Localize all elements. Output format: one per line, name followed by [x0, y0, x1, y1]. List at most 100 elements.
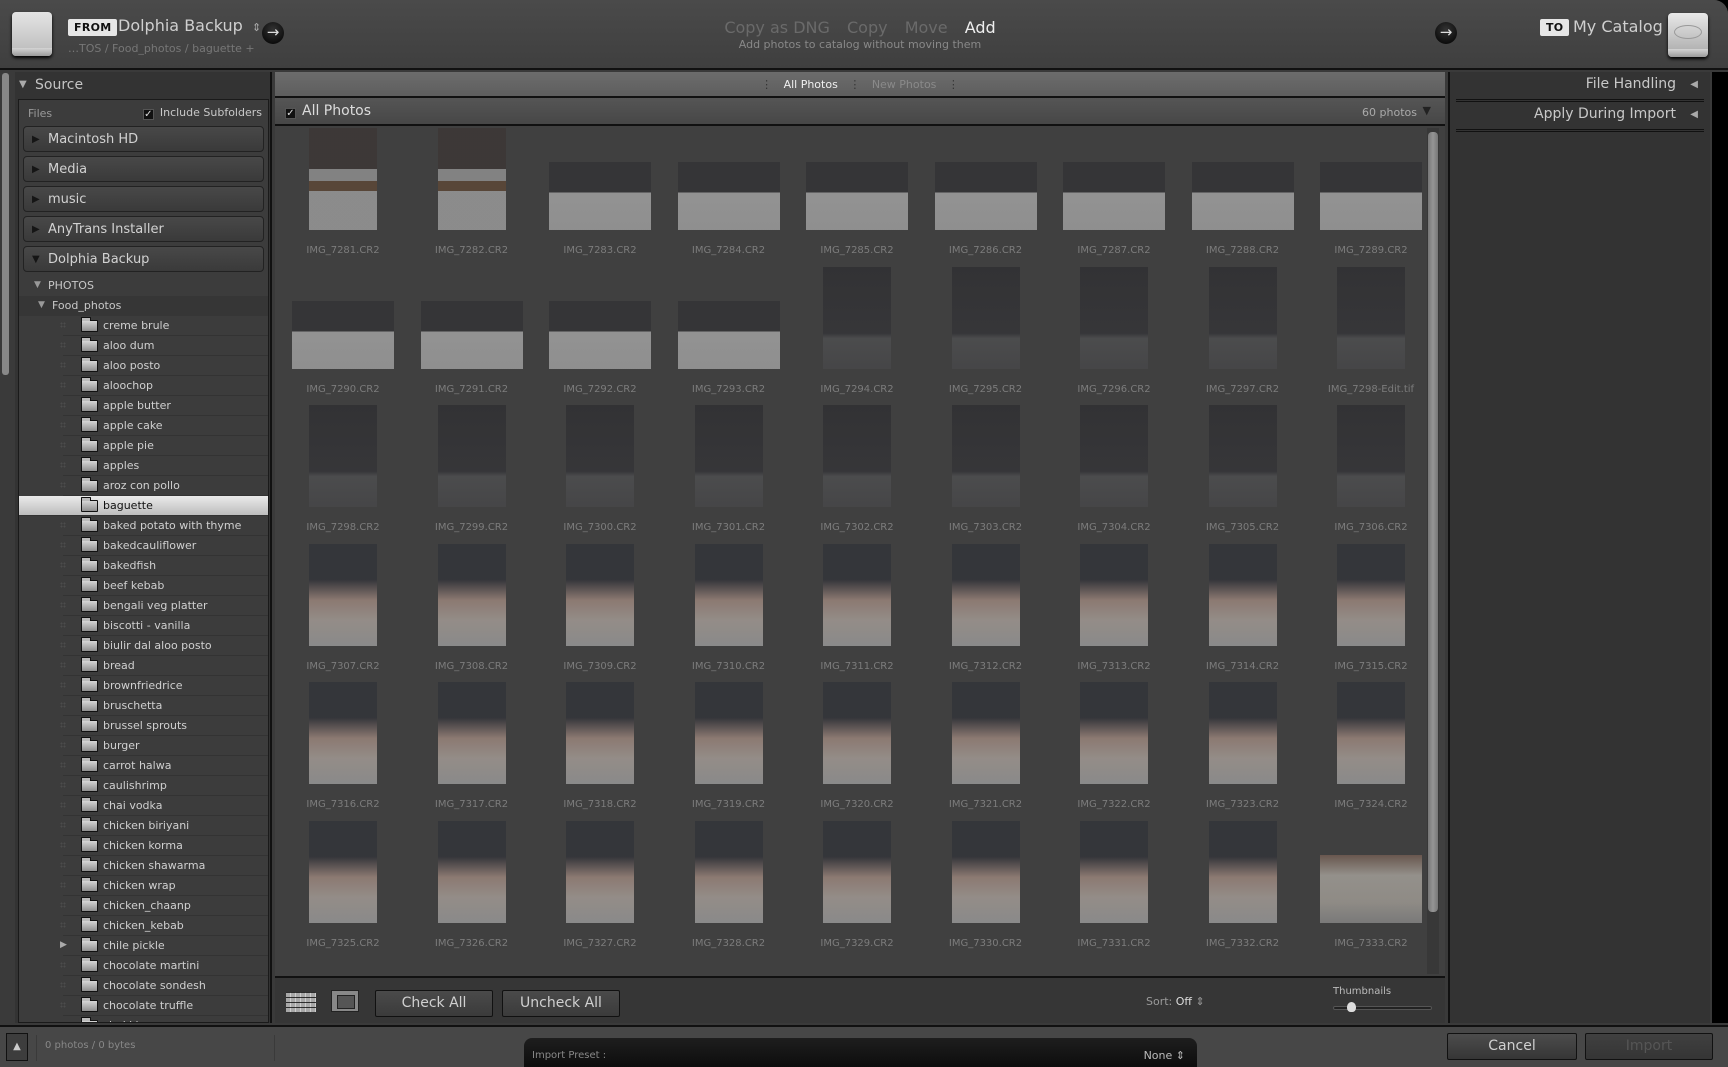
- photo-cell[interactable]: IMG_7330.CR2: [922, 820, 1050, 963]
- photo-thumbnail[interactable]: [1208, 682, 1277, 784]
- photo-thumbnail[interactable]: [292, 300, 394, 369]
- photo-cell[interactable]: IMG_7325.CR2: [279, 820, 407, 963]
- photo-thumbnail[interactable]: [1063, 162, 1165, 230]
- photo-thumbnail[interactable]: [823, 543, 891, 646]
- photo-cell[interactable]: IMG_7327.CR2: [536, 820, 664, 963]
- source-selector[interactable]: Dolphia Backup ⇕: [118, 16, 261, 35]
- photo-cell[interactable]: IMG_7315.CR2: [1307, 543, 1425, 686]
- folder-item[interactable]: chicken shawarma: [60, 856, 268, 876]
- include-subfolders-toggle[interactable]: ✓ Include Subfolders: [142, 106, 262, 120]
- photo-cell[interactable]: IMG_7292.CR2: [536, 271, 664, 409]
- folder-item[interactable]: aloo posto: [60, 356, 268, 376]
- photo-cell[interactable]: IMG_7289.CR2: [1307, 132, 1425, 270]
- photo-cell[interactable]: IMG_7319.CR2: [665, 682, 793, 824]
- triangle-right-icon[interactable]: ▶: [60, 940, 67, 950]
- folder-item[interactable]: baguette: [19, 496, 268, 516]
- photo-thumbnail[interactable]: [951, 266, 1020, 369]
- grid-scrollbar-thumb[interactable]: [1428, 132, 1438, 912]
- photo-cell[interactable]: IMG_7322.CR2: [1050, 682, 1178, 824]
- loupe-view-icon[interactable]: [331, 990, 359, 1012]
- photo-cell[interactable]: IMG_7332.CR2: [1179, 820, 1307, 963]
- folder-item[interactable]: beef kebab: [60, 576, 268, 596]
- photo-thumbnail[interactable]: [806, 162, 908, 230]
- photo-thumbnail[interactable]: [1337, 266, 1405, 369]
- photo-thumbnail[interactable]: [309, 405, 377, 507]
- folder-item[interactable]: chicken biriyani: [60, 816, 268, 836]
- folder-item[interactable]: apple pie: [60, 436, 268, 456]
- photo-cell[interactable]: IMG_7314.CR2: [1179, 543, 1307, 686]
- folder-item[interactable]: chocolate truffle: [60, 996, 268, 1016]
- photo-thumbnail[interactable]: [1208, 543, 1277, 646]
- folder-item[interactable]: aloochop: [60, 376, 268, 396]
- photo-cell[interactable]: IMG_7290.CR2: [279, 271, 407, 409]
- photo-thumbnail[interactable]: [437, 405, 506, 507]
- sort-selector[interactable]: Sort: Off ⇕: [1146, 995, 1205, 1008]
- photo-cell[interactable]: IMG_7300.CR2: [536, 405, 664, 547]
- volume-item[interactable]: ▶ Macintosh HD: [23, 126, 264, 152]
- folder-item[interactable]: chicken_kebab: [60, 916, 268, 936]
- photo-thumbnail[interactable]: [677, 162, 780, 230]
- photo-cell[interactable]: IMG_7333.CR2: [1307, 825, 1425, 963]
- photo-thumbnail[interactable]: [566, 543, 634, 646]
- uncheck-all-button[interactable]: Uncheck All: [502, 990, 620, 1017]
- photo-cell[interactable]: IMG_7297.CR2: [1179, 266, 1307, 409]
- photo-cell[interactable]: IMG_7328.CR2: [665, 820, 793, 963]
- folder-item[interactable]: ▶ chile pickle: [60, 936, 268, 956]
- photo-cell[interactable]: IMG_7329.CR2: [793, 820, 921, 963]
- photo-cell[interactable]: IMG_7323.CR2: [1179, 682, 1307, 824]
- photo-cell[interactable]: IMG_7313.CR2: [1050, 543, 1178, 686]
- mode-copy-as-dng[interactable]: Copy as DNG: [724, 18, 830, 37]
- folder-item[interactable]: chai vodka: [60, 796, 268, 816]
- photo-cell[interactable]: IMG_7308.CR2: [408, 543, 536, 686]
- filter-all-photos[interactable]: All Photos: [784, 78, 838, 91]
- folder-item[interactable]: chocolate martini: [60, 956, 268, 976]
- photo-thumbnail[interactable]: [1208, 266, 1277, 369]
- photo-thumbnail[interactable]: [309, 682, 377, 784]
- photo-cell[interactable]: IMG_7296.CR2: [1050, 266, 1178, 409]
- folder-item[interactable]: burger: [60, 736, 268, 756]
- photo-thumbnail[interactable]: [1320, 854, 1422, 923]
- photo-cell[interactable]: IMG_7312.CR2: [922, 543, 1050, 686]
- photo-thumbnail[interactable]: [951, 543, 1020, 646]
- photo-thumbnail[interactable]: [951, 682, 1020, 784]
- expand-up-button[interactable]: ▲: [6, 1033, 28, 1061]
- folder-item[interactable]: chakkha: [63, 1016, 268, 1022]
- photo-thumbnail[interactable]: [823, 682, 891, 784]
- folder-item[interactable]: aloo dum: [60, 336, 268, 356]
- import-preset-select[interactable]: None ⇕: [1144, 1049, 1185, 1062]
- slider-knob[interactable]: [1347, 1002, 1357, 1012]
- photo-thumbnail[interactable]: [309, 128, 377, 230]
- photo-thumbnail[interactable]: [823, 266, 891, 369]
- photo-thumbnail[interactable]: [566, 405, 634, 507]
- folder-item[interactable]: apples: [60, 456, 268, 476]
- folder-item[interactable]: chicken korma: [60, 836, 268, 856]
- photo-cell[interactable]: IMG_7285.CR2: [793, 132, 921, 270]
- photo-thumbnail[interactable]: [677, 300, 780, 369]
- mode-move[interactable]: Move: [905, 18, 948, 37]
- photo-thumbnail[interactable]: [1080, 543, 1148, 646]
- photo-thumbnail[interactable]: [566, 682, 634, 784]
- photo-cell[interactable]: IMG_7318.CR2: [536, 682, 664, 824]
- photo-thumbnail[interactable]: [437, 543, 506, 646]
- volume-item[interactable]: ▼ Dolphia Backup: [23, 246, 264, 272]
- photo-thumbnail[interactable]: [1080, 266, 1148, 369]
- photo-cell[interactable]: IMG_7320.CR2: [793, 682, 921, 824]
- folder-item[interactable]: bakedfish: [60, 556, 268, 576]
- mode-copy[interactable]: Copy: [847, 18, 888, 37]
- photo-thumbnail[interactable]: [1337, 543, 1405, 646]
- apply-during-import-header[interactable]: Apply During Import ◀: [1456, 102, 1704, 132]
- folder-food-photos[interactable]: ▼ Food_photos: [19, 296, 268, 316]
- check-all-button[interactable]: Check All: [375, 990, 493, 1017]
- photo-cell[interactable]: IMG_7293.CR2: [665, 271, 793, 409]
- photo-cell[interactable]: IMG_7311.CR2: [793, 543, 921, 686]
- folder-item[interactable]: carrot halwa: [60, 756, 268, 776]
- photo-thumbnail[interactable]: [1080, 682, 1148, 784]
- photo-cell[interactable]: IMG_7287.CR2: [1050, 132, 1178, 270]
- folder-item[interactable]: baked potato with thyme: [60, 516, 268, 536]
- photo-cell[interactable]: IMG_7331.CR2: [1050, 820, 1178, 963]
- photo-cell[interactable]: IMG_7305.CR2: [1179, 405, 1307, 547]
- photo-cell[interactable]: IMG_7291.CR2: [408, 271, 536, 409]
- photo-thumbnail[interactable]: [309, 820, 377, 923]
- folder-item[interactable]: creme brule: [60, 316, 268, 336]
- volume-item[interactable]: ▶ music: [23, 186, 264, 212]
